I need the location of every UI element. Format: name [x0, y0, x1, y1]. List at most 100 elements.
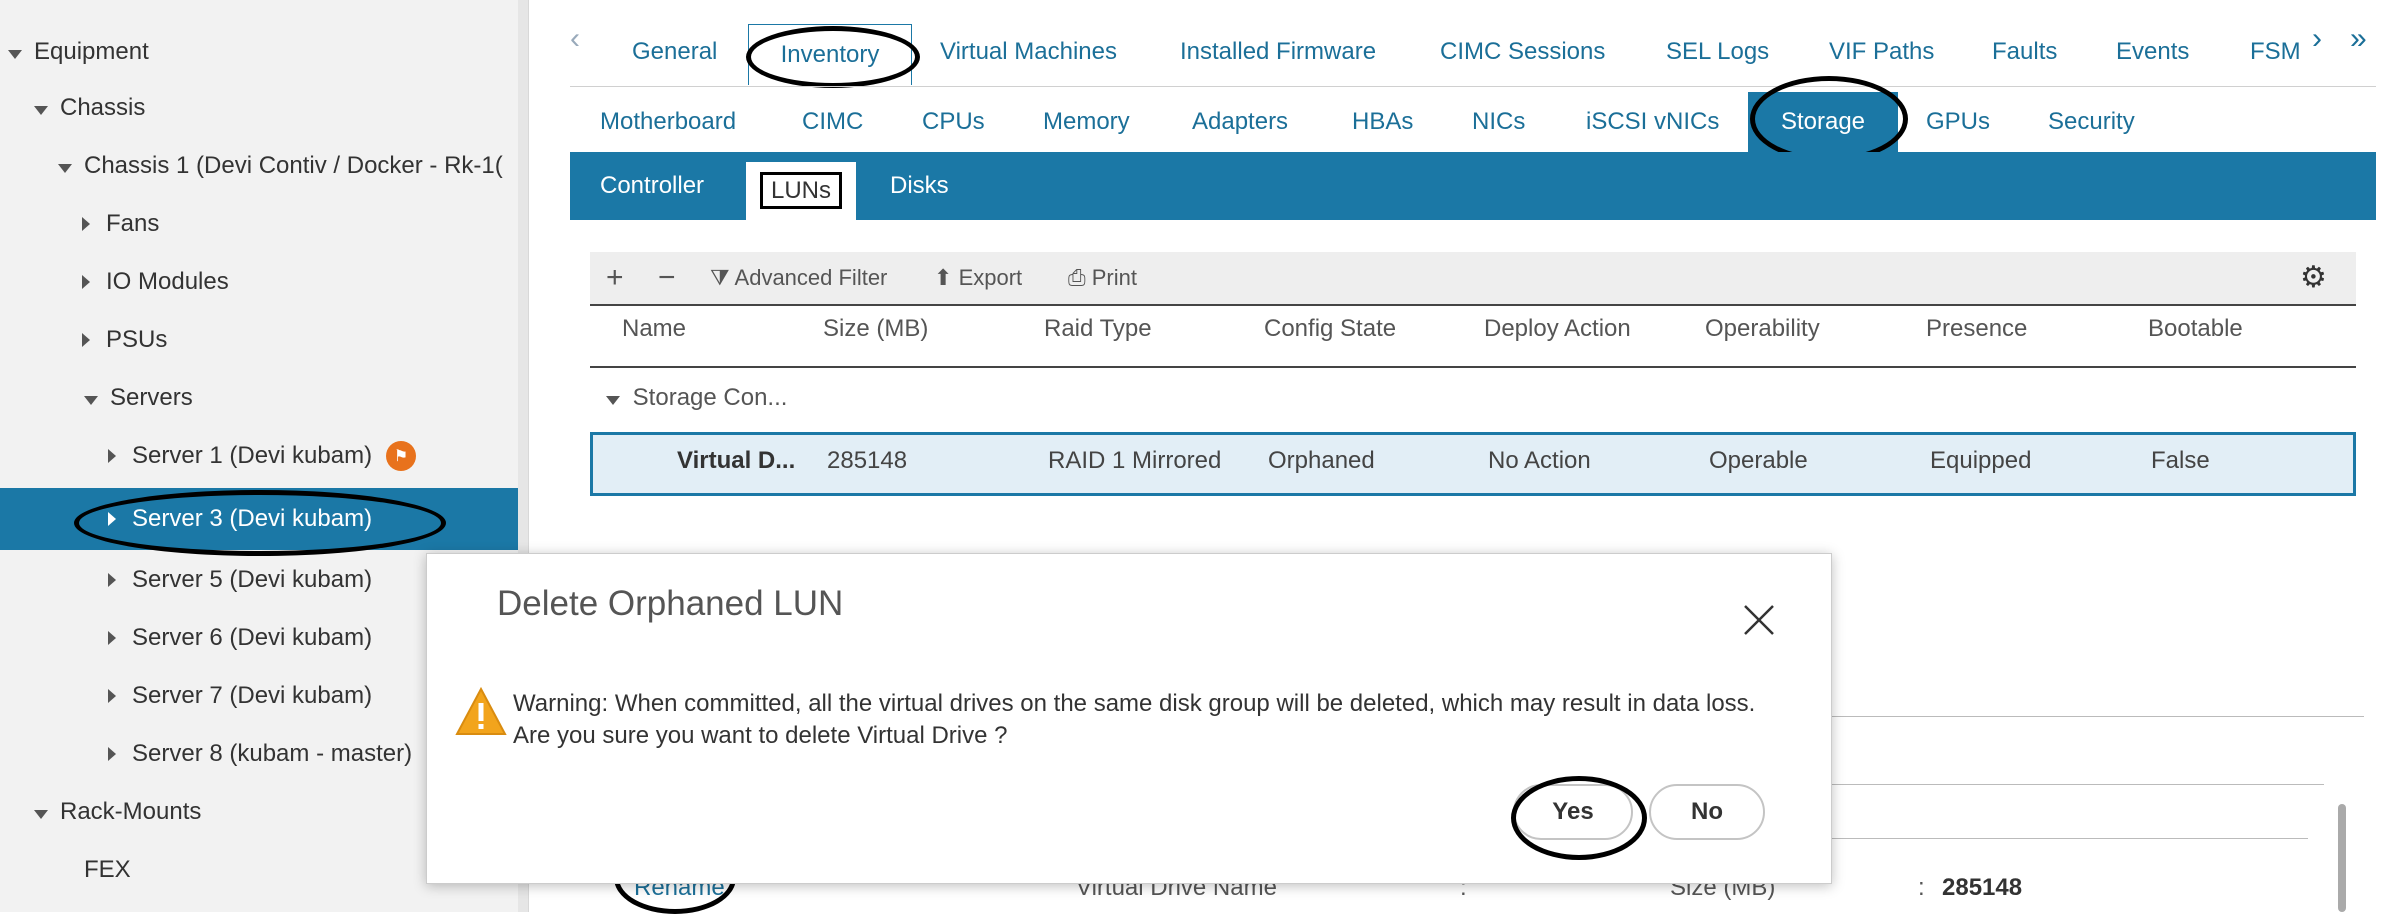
tab-scroll-right[interactable]: ›	[2312, 22, 2322, 56]
tab-controller[interactable]: Controller	[600, 152, 704, 220]
tab-faults[interactable]: Faults	[1992, 22, 2057, 82]
tree-item-label: Server 3 (Devi kubam)	[132, 505, 373, 532]
expand-arrow-icon[interactable]	[106, 566, 118, 594]
tab-security[interactable]: Security	[2048, 92, 2135, 152]
tree-item-chassis[interactable]: Chassis	[34, 80, 518, 136]
divider	[1830, 784, 2324, 785]
tab-installed-firmware[interactable]: Installed Firmware	[1180, 22, 1376, 82]
dialog-title: Delete Orphaned LUN	[497, 584, 844, 623]
column-header-raid-type[interactable]: Raid Type	[1044, 315, 1152, 343]
tab-sel-logs[interactable]: SEL Logs	[1666, 22, 1769, 82]
expand-arrow-icon[interactable]	[106, 740, 118, 768]
table-group-row[interactable]: Storage Con...	[606, 384, 787, 412]
column-header-config-state[interactable]: Config State	[1264, 315, 1396, 343]
cell-name: Virtual D...	[677, 447, 796, 474]
tree-item-label: IO Modules	[106, 268, 229, 295]
tab-cimc[interactable]: CIMC	[802, 92, 863, 152]
tab-general[interactable]: General	[632, 22, 717, 82]
column-header-bootable[interactable]: Bootable	[2148, 315, 2243, 343]
collapse-arrow-icon[interactable]	[34, 798, 48, 826]
advanced-filter-label: Advanced Filter	[734, 265, 888, 290]
divider	[1830, 838, 2308, 839]
collapse-arrow-icon[interactable]	[606, 396, 620, 405]
tab-gpus[interactable]: GPUs	[1926, 92, 1990, 152]
tree-item-label: Server 5 (Devi kubam)	[132, 566, 373, 593]
expand-arrow-icon[interactable]	[80, 268, 92, 296]
column-header-name[interactable]: Name	[622, 315, 686, 343]
tree-item-chassis-1[interactable]: Chassis 1 (Devi Contiv / Docker - Rk-1(	[58, 138, 518, 194]
tab-memory[interactable]: Memory	[1043, 92, 1130, 152]
expand-arrow-icon[interactable]	[106, 682, 118, 710]
tab-scroll-end[interactable]: »	[2350, 22, 2367, 56]
no-button[interactable]: No	[1649, 784, 1765, 840]
expand-arrow-icon[interactable]	[106, 442, 118, 470]
tab-disks[interactable]: Disks	[890, 152, 949, 220]
remove-button[interactable]: −	[658, 252, 676, 304]
tab-cimc-sessions[interactable]: CIMC Sessions	[1440, 22, 1605, 82]
yes-button[interactable]: Yes	[1513, 784, 1633, 840]
divider	[570, 86, 2376, 87]
close-icon[interactable]	[1741, 602, 1777, 638]
collapse-arrow-icon[interactable]	[34, 94, 48, 122]
tree-item-server-1[interactable]: Server 1 (Devi kubam) ⚑	[106, 428, 518, 484]
expand-arrow-icon[interactable]	[106, 624, 118, 652]
tree-item-label: Server 7 (Devi kubam)	[132, 682, 373, 709]
tree-item-label: Servers	[110, 384, 193, 411]
cell-bootable: False	[2151, 447, 2210, 474]
tab-cpus[interactable]: CPUs	[922, 92, 985, 152]
tree-item-label: Server 1 (Devi kubam)	[132, 442, 373, 469]
expand-arrow-icon[interactable]	[106, 505, 118, 533]
tree-item-psus[interactable]: PSUs	[80, 312, 518, 368]
tree-item-label: Equipment	[34, 38, 149, 65]
tree-item-io-modules[interactable]: IO Modules	[80, 254, 518, 310]
field-separator: :	[1918, 874, 1925, 901]
export-button[interactable]: ⬆ Export	[934, 252, 1022, 304]
expand-arrow-icon[interactable]	[80, 326, 92, 354]
tree-item-label: FEX	[84, 856, 131, 883]
tab-scroll-left[interactable]: ‹	[570, 22, 580, 56]
tab-luns[interactable]: LUNs	[746, 162, 856, 220]
tree-item-fans[interactable]: Fans	[80, 196, 518, 252]
tab-events[interactable]: Events	[2116, 22, 2189, 82]
column-header-size[interactable]: Size (MB)	[823, 315, 928, 343]
tree-item-label: Server 8 (kubam - master)	[132, 740, 413, 767]
tab-inventory[interactable]: Inventory	[748, 24, 912, 85]
expand-arrow-icon[interactable]	[80, 210, 92, 238]
storage-tab-bar: Controller LUNs Disks	[570, 152, 2376, 220]
print-button[interactable]: ⎙ Print	[1068, 252, 1137, 304]
tab-hbas[interactable]: HBAs	[1352, 92, 1413, 152]
tab-virtual-machines[interactable]: Virtual Machines	[940, 22, 1117, 82]
tree-item-equipment[interactable]: Equipment	[8, 24, 518, 80]
tree-item-server-3[interactable]: Server 3 (Devi kubam)	[0, 488, 518, 550]
add-button[interactable]: +	[606, 252, 624, 304]
cell-presence: Equipped	[1930, 447, 2032, 474]
column-header-deploy-action[interactable]: Deploy Action	[1484, 315, 1631, 343]
column-header-presence[interactable]: Presence	[1926, 315, 2027, 343]
delete-lun-dialog: Delete Orphaned LUN Warning: When commit…	[426, 553, 1832, 884]
tab-motherboard[interactable]: Motherboard	[600, 92, 736, 152]
tree-item-label: Chassis 1 (Devi Contiv / Docker - Rk-1(	[84, 152, 503, 179]
gear-icon[interactable]: ⚙	[2300, 252, 2327, 304]
column-header-operability[interactable]: Operability	[1705, 315, 1820, 343]
group-label: Storage Con...	[632, 384, 788, 411]
tree-item-label: Server 6 (Devi kubam)	[132, 624, 373, 651]
tree-item-servers[interactable]: Servers	[84, 370, 518, 426]
cell-raid-type: RAID 1 Mirrored	[1048, 447, 1222, 474]
tab-nics[interactable]: NICs	[1472, 92, 1525, 152]
cell-deploy-action: No Action	[1488, 447, 1591, 474]
table-row[interactable]: Virtual D... 285148 RAID 1 Mirrored Orph…	[590, 432, 2356, 496]
tab-fsm[interactable]: FSM	[2250, 22, 2301, 82]
tree-item-label: Chassis	[60, 94, 146, 121]
tab-storage[interactable]: Storage	[1748, 92, 1898, 152]
collapse-arrow-icon[interactable]	[8, 38, 22, 66]
tree-item-label: Rack-Mounts	[60, 798, 202, 825]
collapse-arrow-icon[interactable]	[58, 152, 72, 180]
divider	[1830, 716, 2364, 717]
advanced-filter-button[interactable]: ⧩ Advanced Filter	[710, 252, 887, 304]
scrollbar[interactable]	[2338, 804, 2346, 912]
size-value: 285148	[1942, 874, 2023, 901]
tab-vif-paths[interactable]: VIF Paths	[1829, 22, 1934, 82]
tab-iscsi-vnics[interactable]: iSCSI vNICs	[1586, 92, 1719, 152]
collapse-arrow-icon[interactable]	[84, 384, 98, 412]
tab-adapters[interactable]: Adapters	[1192, 92, 1288, 152]
